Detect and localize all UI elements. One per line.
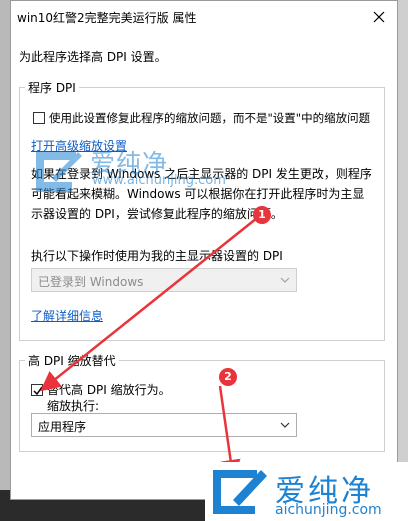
- dialog-subtitle: 为此程序选择高 DPI 设置。: [19, 50, 167, 64]
- brand-logo-icon: [36, 152, 82, 192]
- properties-dialog: win10红警2完整完美运行版 属性 为此程序选择高 DPI 设置。 程序 DP…: [10, 0, 398, 500]
- use-setting-checkbox[interactable]: [33, 112, 45, 124]
- annotation-badge-2: 2: [219, 368, 237, 386]
- scaling-performed-label: 缩放执行:: [47, 399, 100, 413]
- title-bar: win10红警2完整完美运行版 属性: [11, 1, 397, 33]
- override-dpi-checkbox-label[interactable]: 替代高 DPI 缩放行为。: [47, 381, 171, 398]
- close-button[interactable]: [367, 5, 391, 29]
- background-right: [398, 0, 408, 521]
- watermark-url: www.aichunjing.com: [92, 173, 226, 188]
- scaling-select-value: 应用程序: [38, 420, 87, 434]
- close-icon: [373, 11, 385, 23]
- window-title: win10红警2完整完美运行版 属性: [17, 11, 197, 25]
- override-dpi-checkbox[interactable]: [31, 384, 43, 396]
- high-dpi-group-title: 高 DPI 缩放替代: [25, 352, 119, 369]
- dpi-select-value: 已登录到 Windows: [38, 275, 144, 289]
- chevron-down-icon: [280, 277, 290, 283]
- annotation-badge-1: 1: [253, 206, 271, 224]
- use-setting-checkbox-label[interactable]: 使用此设置修复此程序的缩放问题，而不是"设置"中的缩放问题: [49, 110, 370, 126]
- watermark-url: aichunjing.com: [275, 502, 382, 518]
- background-left: [0, 0, 10, 521]
- watermark-solid: 爱纯净 aichunjing.com: [205, 462, 408, 521]
- program-dpi-group-title: 程序 DPI: [25, 79, 79, 96]
- watermark-faint: 爱纯净 www.aichunjing.com: [32, 146, 226, 199]
- brand-logo-icon: [213, 470, 267, 514]
- checkmark-icon: [33, 386, 43, 396]
- learn-more-link[interactable]: 了解详细信息: [31, 307, 103, 324]
- dpi-explanation-line: 示器设置的 DPI，尝试修复此程序的缩放问题。: [31, 207, 283, 221]
- dpi-select[interactable]: 已登录到 Windows: [31, 268, 297, 292]
- scaling-select[interactable]: 应用程序: [31, 413, 297, 437]
- dpi-dropdown-label: 执行以下操作时使用为我的主显示器设置的 DPI: [31, 249, 283, 263]
- chevron-down-icon: [280, 422, 290, 428]
